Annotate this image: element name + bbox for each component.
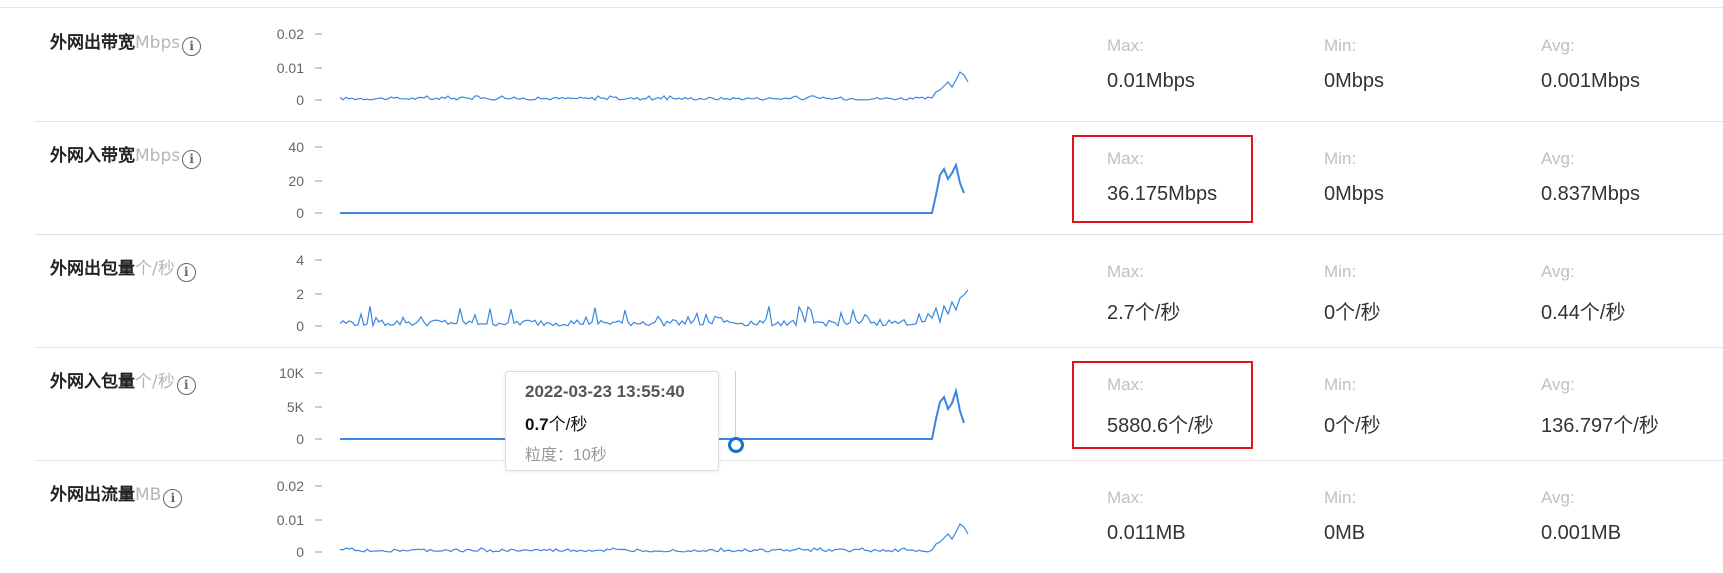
stat-max-label: Max:	[1107, 488, 1144, 507]
y-tick-label: 0.02	[277, 478, 304, 494]
stat-min: Min: 0Mbps	[1324, 149, 1384, 206]
stat-avg: Avg: 0.837Mbps	[1541, 149, 1640, 206]
info-icon[interactable]: i	[182, 150, 202, 169]
stat-avg-value: 0.44个/秒	[1541, 302, 1626, 324]
stat-max: Max: 0.011MB	[1107, 488, 1186, 545]
metric-label: 外网入带宽Mbps i	[50, 141, 202, 169]
metric-unit: Mbps	[135, 33, 181, 53]
stat-min: Min: 0Mbps	[1324, 36, 1384, 93]
stat-avg: Avg: 0.001MB	[1541, 488, 1621, 545]
metric-label: 外网入包量个/秒 i	[50, 367, 196, 395]
stat-min-value: 0个/秒	[1324, 302, 1381, 324]
stat-avg-value: 136.797个/秒	[1541, 415, 1659, 437]
y-tick-label: 5K	[287, 399, 305, 415]
hover-cursor-line	[735, 371, 736, 443]
y-tick-label: 0.01	[277, 60, 304, 76]
hover-point-marker	[728, 437, 744, 453]
metric-name: 外网出流量	[50, 485, 135, 505]
info-icon[interactable]: i	[163, 489, 183, 508]
y-tick-label: 40	[288, 139, 304, 155]
stat-min: Min: 0MB	[1324, 488, 1365, 545]
series-line	[339, 523, 969, 553]
metric-row: 外网出包量个/秒 i 4 2 0 Max: 2.7个/秒 Min: 0个/秒 Avg: 0.44个/…	[0, 226, 1723, 339]
y-tick-label: 0	[296, 431, 304, 447]
series-line	[339, 71, 969, 101]
stat-avg: Avg: 0.44个/秒	[1541, 262, 1625, 325]
y-tick-label: 0	[296, 318, 304, 334]
stat-avg-value: 0.001MB	[1541, 522, 1622, 544]
stat-avg-label: Avg:	[1541, 375, 1575, 394]
series-line	[339, 289, 969, 329]
stat-max-value: 0.011MB	[1107, 522, 1186, 544]
metric-label: 外网出包量个/秒 i	[50, 254, 196, 282]
metric-name: 外网入包量	[50, 372, 135, 392]
stat-min-label: Min:	[1324, 36, 1357, 55]
stat-max-label: Max:	[1107, 36, 1144, 55]
metric-row: 外网入带宽Mbps i 40 20 0 Max: 36.175Mbps Min: 0Mbps Av…	[0, 113, 1723, 226]
tooltip-time: 2022-03-23 13:55:40	[525, 382, 685, 401]
metric-chart[interactable]: 40 20 0	[240, 113, 1060, 226]
highlight-box	[1072, 135, 1253, 223]
tooltip-value-number: 0.7	[525, 415, 549, 434]
metric-name: 外网出带宽	[50, 33, 135, 53]
metric-unit: Mbps	[135, 146, 181, 166]
metric-label: 外网出带宽Mbps i	[50, 28, 202, 56]
metric-row: 外网出流量MB i 0.02 0.01 0 Max: 0.011MB Min: 0MB Avg: 0…	[0, 452, 1723, 565]
stat-avg: Avg: 136.797个/秒	[1541, 375, 1659, 438]
metric-chart[interactable]: 0.02 0.01 0	[240, 0, 1060, 113]
y-tick-label: 10K	[279, 365, 305, 381]
info-icon[interactable]: i	[176, 263, 196, 282]
metric-unit: MB	[135, 485, 162, 505]
y-tick-label: 2	[296, 286, 304, 302]
stat-avg: Avg: 0.001Mbps	[1541, 36, 1640, 93]
metric-name: 外网出包量	[50, 259, 135, 279]
y-tick-label: 0.01	[277, 512, 304, 528]
stat-max-label: Max:	[1107, 262, 1144, 281]
tooltip-granularity: 粒度：10秒	[525, 447, 607, 464]
stat-max-value: 0.01Mbps	[1107, 70, 1195, 92]
stat-min-value: 0Mbps	[1324, 70, 1385, 92]
stat-avg-label: Avg:	[1541, 488, 1575, 507]
y-tick-label: 4	[296, 252, 304, 268]
stat-avg-label: Avg:	[1541, 149, 1575, 168]
y-tick-label: 0	[296, 544, 304, 560]
stat-min-value: 0个/秒	[1324, 415, 1381, 437]
metric-label: 外网出流量MB i	[50, 480, 183, 508]
info-icon[interactable]: i	[176, 376, 196, 395]
series-line	[340, 162, 965, 214]
metric-row: 外网入包量个/秒 i 10K 5K 0 Max: 5880.6个/秒 Min: 0个/秒 Avg:…	[0, 339, 1723, 452]
stat-min-label: Min:	[1324, 488, 1357, 507]
stat-min-label: Min:	[1324, 149, 1357, 168]
stat-avg-value: 0.837Mbps	[1541, 183, 1640, 205]
y-tick-label: 0	[296, 92, 304, 108]
stat-min: Min: 0个/秒	[1324, 262, 1381, 325]
stat-min-label: Min:	[1324, 262, 1357, 281]
stat-max: Max: 0.01Mbps	[1107, 36, 1195, 93]
stat-min-value: 0MB	[1324, 522, 1366, 544]
stat-max-value: 2.7个/秒	[1107, 302, 1181, 324]
chart-tooltip: 2022-03-23 13:55:40 0.7个/秒 粒度：10秒	[505, 371, 719, 471]
metric-name: 外网入带宽	[50, 146, 135, 166]
tooltip-value: 0.7个/秒	[525, 410, 699, 435]
stat-avg-label: Avg:	[1541, 36, 1575, 55]
highlight-box	[1072, 361, 1253, 449]
stat-min-value: 0Mbps	[1324, 183, 1385, 205]
stat-max: Max: 2.7个/秒	[1107, 262, 1180, 325]
stat-avg-label: Avg:	[1541, 262, 1575, 281]
metric-chart[interactable]: 4 2 0	[240, 226, 1060, 339]
stat-min-label: Min:	[1324, 375, 1357, 394]
stat-avg-value: 0.001Mbps	[1541, 70, 1640, 92]
y-tick-label: 0	[296, 205, 304, 221]
tooltip-value-unit: 个/秒	[548, 415, 588, 434]
info-icon[interactable]: i	[182, 37, 202, 56]
metric-row: 外网出带宽Mbps i 0.02 0.01 0 Max: 0.01Mbps Min: 0Mbps…	[0, 0, 1723, 113]
metric-unit: 个/秒	[135, 372, 175, 392]
stat-min: Min: 0个/秒	[1324, 375, 1381, 438]
y-tick-label: 0.02	[277, 26, 304, 42]
metric-unit: 个/秒	[135, 259, 175, 279]
y-tick-label: 20	[288, 173, 304, 189]
